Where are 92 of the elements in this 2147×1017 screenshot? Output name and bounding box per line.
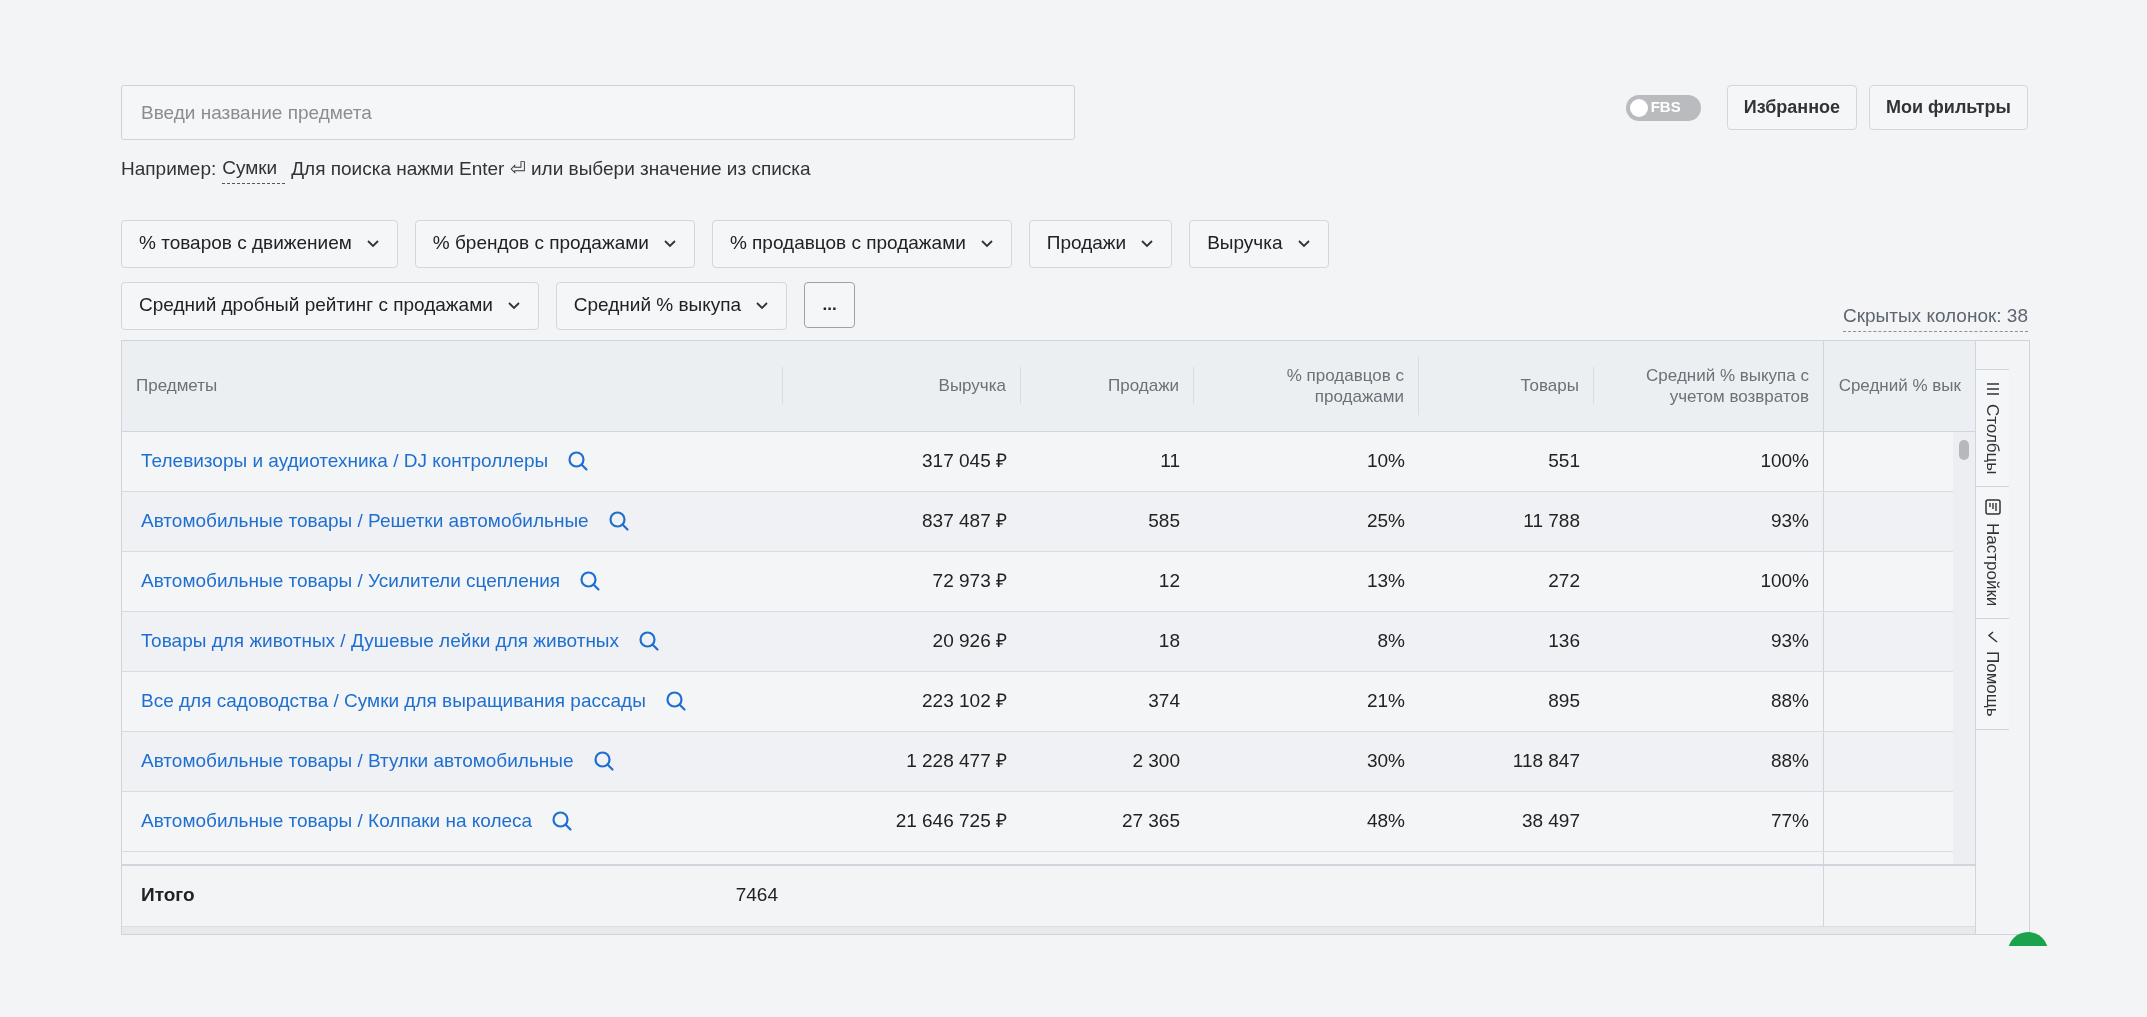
chevron-down-icon [755,301,770,310]
hint-text: Для поиска нажми Enter ⏎ или выбери значение из списка [291,156,811,181]
table-row[interactable]: Автомобильные товары / Колпаки на колеса 21 646 725 ₽ 27 365 48% 38 497 77% [122,791,1953,852]
table-cell-text: 48% [1366,809,1405,834]
filter-dropdown[interactable]: % товаров с движением [121,219,398,268]
table-cell-text: 93% [1770,509,1809,534]
table-cell-text: 223 102 ₽ [922,689,1007,714]
table-row[interactable]: Все для садоводства / Сумки для выращивания рассады 223 102 ₽ 374 21% 895 88% [122,671,1953,732]
subject-link[interactable]: Автомобильные товары / Усилители сцепления [141,567,561,596]
table-cell-text: 27 365 [1121,809,1180,834]
search-icon[interactable] [663,689,688,714]
table-cell-text: 20 926 ₽ [932,629,1007,654]
search-icon[interactable] [566,449,591,474]
search-icon[interactable] [606,509,631,534]
table-row[interactable]: Автомобильные товары / Решетки автомобильные 837 487 ₽ 585 25% 11 788 93% [122,491,1953,552]
table-cell-text: 136 [1548,629,1580,654]
table-row[interactable]: Автомобильные товары / Втулки автомобильные 1 228 477 ₽ 2 300 30% 118 847 88% [122,731,1953,792]
search-icon[interactable] [578,569,603,594]
table-cell-text: 100% [1760,449,1809,474]
table-cell-text: 100% [1760,569,1809,594]
column-header[interactable]: % продавцов с продажами [1208,356,1419,415]
subject-link[interactable]: Автомобильные товары / Решетки автомобильные [141,507,589,536]
table-cell-text: 11 [1160,449,1180,474]
filter-dropdown[interactable]: Средний дробный рейтинг с продажами [121,281,539,330]
table-cell-text: 8% [1377,629,1405,654]
chevron-down-icon [1296,239,1311,248]
filter-dropdown[interactable]: Продажи [1028,219,1173,268]
table-cell-text: 11 788 [1523,509,1580,534]
table-cell-text: 38 497 [1521,809,1580,834]
table-cell-text: 77% [1770,809,1809,834]
table-cell-text: 21% [1366,689,1405,714]
columns-icon [1985,381,2000,396]
table-cell-text: 12 [1158,569,1180,594]
column-header[interactable]: Продажи [1108,367,1194,405]
table-cell-text: 317 045 ₽ [922,449,1007,474]
chevron-down-icon [662,239,677,248]
subject-link[interactable]: Все для садоводства / Сумки для выращивания рассады [141,687,646,716]
table-cell-text: 551 [1548,449,1580,474]
table-row[interactable]: Товары для животных / Душевые лейки для животных 20 926 ₽ 18 8% 136 93% [122,611,1953,672]
filter-preset-button[interactable]: Мои фильтры [1869,85,2028,130]
scrollbar-thumb[interactable] [1959,439,1969,460]
table-cell-text: 93% [1770,629,1809,654]
subject-link[interactable]: Товары для животных / Душевые лейки для животных [141,627,620,656]
chevron-down-icon [979,239,994,248]
table-cell-text: 25% [1366,509,1405,534]
table-cell-text: 374 [1148,689,1180,714]
more-button[interactable]: ... [804,281,856,328]
hint-label: Например: [121,156,217,181]
search-field[interactable]: Введи название предмета [121,85,1075,140]
table-cell-text: 1 228 477 ₽ [906,749,1007,774]
subject-link[interactable]: Автомобильные товары / Втулки автомобильные [141,747,574,776]
table-cell-text: 88% [1770,689,1809,714]
table-cell-text: 895 [1548,689,1580,714]
table-cell-text: 18 [1158,629,1180,654]
total-label: Итого [141,883,195,908]
column-header[interactable]: Предметы [136,367,783,405]
scrollbar-track[interactable] [1953,431,1975,864]
chevron-down-icon [365,239,380,248]
table-cell-text: 2 300 [1132,749,1180,774]
table-cell-text: 13% [1366,569,1405,594]
search-icon[interactable] [591,749,616,774]
column-header[interactable]: Средний % выкупа с учетом возвратов [1608,364,1809,407]
chevron-down-icon [1140,239,1155,248]
filter-dropdown[interactable]: Средний % выкупа [555,281,788,330]
column-header[interactable]: Выручка [938,367,1021,405]
table-cell-text: 30% [1366,749,1405,774]
table-cell-text: 585 [1148,509,1180,534]
table-cell-text: 88% [1770,749,1809,774]
table-cell-text: 21 646 725 ₽ [895,809,1007,834]
filter-dropdown[interactable]: Выручка [1189,219,1329,268]
horizontal-scrollbar[interactable] [122,925,1975,934]
total-count: 7464 [735,883,778,908]
filter-dropdown[interactable]: % продавцов с продажами [711,219,1012,268]
search-icon[interactable] [637,629,662,654]
chevron-down-icon [506,301,521,310]
table-cell-text: 272 [1548,569,1580,594]
table-cell-text: 837 487 ₽ [922,509,1007,534]
panel-icon [1984,499,2001,516]
subject-link[interactable]: Телевизоры и аудиотехника / DJ контроллеры [141,447,549,476]
table-cell-text: 118 847 [1512,749,1580,774]
subject-link[interactable]: Автомобильные товары / Колпаки на колеса [141,807,533,836]
filter-dropdown[interactable]: % брендов с продажами [414,219,695,268]
table-cell-text: 10% [1366,449,1405,474]
search-icon[interactable] [550,809,575,834]
column-header[interactable]: Товары [1520,367,1594,405]
table-row[interactable]: Телевизоры и аудиотехника / DJ контроллеры 317 045 ₽ 11 10% 551 100% [122,431,1953,492]
filter-preset-button[interactable]: Избранное [1726,85,1857,130]
hidden-columns-link[interactable]: Скрытых колонок: 38 [1843,302,2028,332]
column-header[interactable]: Средний % вык [1838,375,1961,397]
table-row[interactable]: Автомобильные товары / Усилители сцепления 72 973 ₽ 12 13% 272 100% [122,551,1953,612]
table-cell-text: 72 973 ₽ [932,569,1007,594]
example-link[interactable]: Сумки [222,154,286,184]
